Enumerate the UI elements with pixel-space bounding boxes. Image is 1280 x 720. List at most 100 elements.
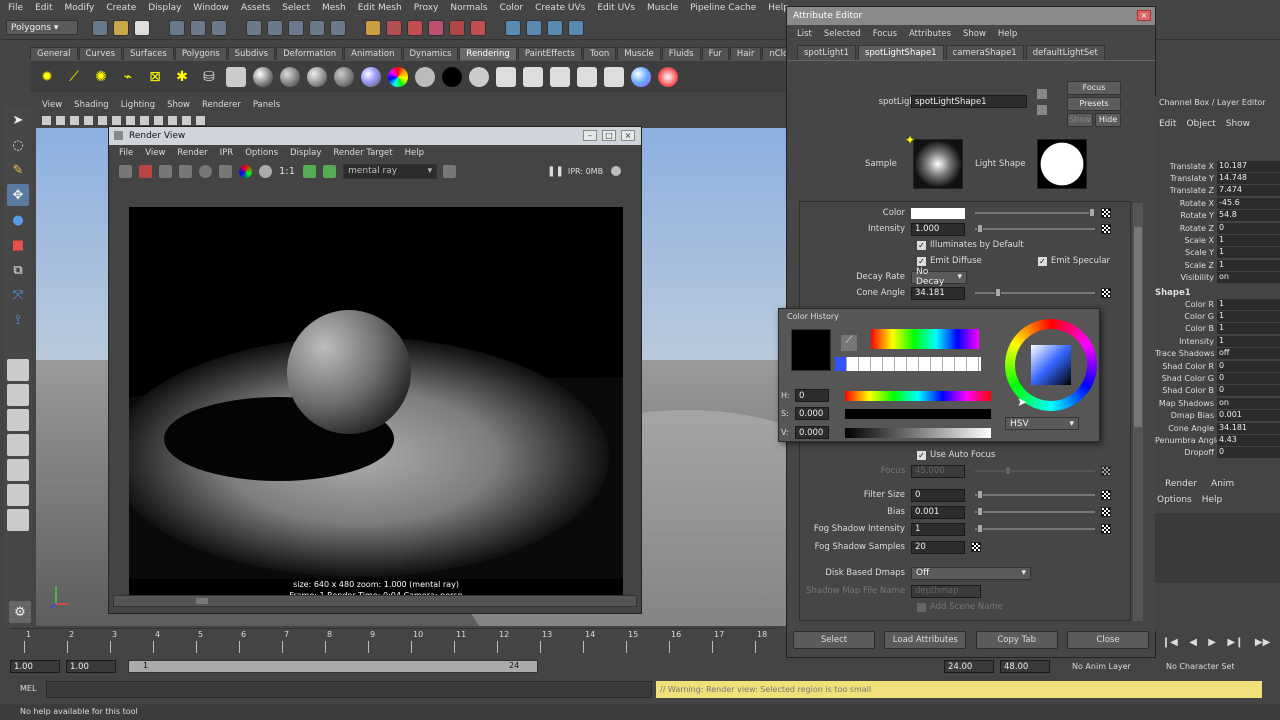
node-name-field[interactable]: spotLightShape1	[911, 95, 1027, 108]
layer-menu-help[interactable]: Help	[1202, 495, 1223, 505]
channel-row[interactable]: Scale X1	[1155, 234, 1280, 247]
focus-field[interactable]: 45.000	[911, 464, 965, 478]
channel-row[interactable]: Scale Y1	[1155, 247, 1280, 259]
filter-slider[interactable]	[975, 490, 1095, 499]
layered-shader-icon[interactable]	[414, 66, 436, 88]
eyedropper-icon[interactable]: ⟋	[841, 335, 857, 351]
paint-select-icon[interactable]: ✎	[7, 159, 29, 181]
color-slider[interactable]	[975, 208, 1095, 217]
remove-image-icon[interactable]	[323, 164, 337, 178]
layer-menu-options[interactable]: Options	[1157, 495, 1192, 505]
volume-light-icon[interactable]: ✱	[171, 66, 193, 88]
channel-row[interactable]: Penumbra Angle 4.43	[1155, 434, 1280, 446]
menu-assets[interactable]: Assets	[241, 3, 270, 13]
fog-intensity-slider[interactable]	[975, 524, 1095, 533]
menu-create-uvs[interactable]: Create UVs	[535, 3, 585, 13]
color-mode-dropdown[interactable]: HSV ▾	[1005, 417, 1079, 430]
channel-row[interactable]: Shad Color B0	[1155, 385, 1280, 397]
mental-ray-icon[interactable]	[630, 66, 652, 88]
rv-menu-ipr[interactable]: IPR	[220, 148, 234, 158]
ae-load-attributes-button[interactable]: Load Attributes	[884, 631, 967, 649]
phonge-icon[interactable]	[333, 66, 355, 88]
rv-menu-display[interactable]: Display	[290, 148, 321, 158]
shelf-tab-fur[interactable]: Fur	[701, 47, 729, 60]
channel-value[interactable]: 34.181	[1217, 422, 1280, 434]
play-back-icon[interactable]: ◀	[1189, 637, 1197, 648]
cb-menu-show[interactable]: Show	[1226, 119, 1250, 129]
ramp-shader-icon[interactable]	[387, 66, 409, 88]
color-history-slots[interactable]	[835, 357, 981, 371]
rgb-channel-icon[interactable]	[239, 164, 252, 178]
ae-menu-focus[interactable]: Focus	[873, 29, 897, 39]
menu-create[interactable]: Create	[106, 3, 136, 13]
panel-menu-renderer[interactable]: Renderer	[202, 100, 241, 110]
rv-menu-help[interactable]: Help	[405, 148, 424, 158]
ae-tab-spotlightshape1[interactable]: spotLightShape1	[857, 45, 944, 60]
filter-size-field[interactable]: 0	[911, 488, 965, 502]
shelf-tab-painteffects[interactable]: PaintEffects	[517, 47, 582, 60]
render-region-icon[interactable]	[139, 164, 152, 178]
refresh-icon[interactable]	[199, 164, 212, 178]
spot-light-icon[interactable]: ⌁	[117, 66, 139, 88]
hue-slider[interactable]	[845, 391, 991, 401]
step-forward-icon[interactable]: ▶❙	[1227, 637, 1243, 648]
camera-icon[interactable]: ⛁	[198, 66, 220, 88]
directional-light-icon[interactable]: ⟋	[63, 66, 85, 88]
channel-row[interactable]: Visibility on	[1155, 272, 1280, 284]
show-button[interactable]: Show	[1067, 113, 1093, 127]
menuset-dropdown[interactable]: Polygons ▾	[6, 20, 78, 35]
render-settings-icon[interactable]	[407, 19, 423, 36]
point-light-icon[interactable]: ✺	[90, 66, 112, 88]
render-icon[interactable]	[365, 19, 381, 36]
menu-normals[interactable]: Normals	[450, 3, 487, 13]
end-time-field[interactable]: 48.00	[1000, 660, 1050, 673]
shadow-file-field[interactable]: depthmap	[911, 584, 981, 598]
channel-value[interactable]: 1	[1217, 247, 1280, 259]
menu-modify[interactable]: Modify	[65, 3, 95, 13]
menu-display[interactable]: Display	[148, 3, 181, 13]
ae-copy-tab-button[interactable]: Copy Tab	[975, 631, 1058, 649]
attribute-editor-toggle-icon[interactable]	[568, 19, 584, 36]
paint-brush-icon[interactable]	[657, 66, 679, 88]
bias-field[interactable]: 0.001	[911, 505, 965, 519]
ae-tab-defaultlightset[interactable]: defaultLightSet	[1025, 45, 1105, 60]
rotate-tool-icon[interactable]: ●	[7, 209, 29, 231]
select-tool-icon[interactable]: ➤	[7, 109, 29, 131]
batch-render-icon[interactable]	[549, 66, 571, 88]
fog-samples-field[interactable]: 20	[911, 540, 965, 554]
ae-menu-show[interactable]: Show	[963, 29, 986, 39]
ae-select-button[interactable]: Select	[793, 631, 875, 649]
channel-value[interactable]: 0	[1217, 360, 1280, 372]
channel-value[interactable]: on	[1217, 272, 1280, 284]
channel-row[interactable]: Translate Z 7.474	[1155, 185, 1280, 197]
snap-point-icon[interactable]	[288, 19, 304, 36]
shelf-tab-toon[interactable]: Toon	[582, 47, 617, 60]
select-hierarchy-icon[interactable]	[169, 19, 185, 36]
channel-value[interactable]: 1	[1217, 298, 1280, 310]
blinn-icon[interactable]	[252, 66, 274, 88]
channel-value[interactable]: 0.001	[1217, 410, 1280, 422]
soft-mod-icon[interactable]: ⤧	[7, 284, 29, 306]
ae-close-button[interactable]: ×	[1137, 10, 1151, 21]
minimize-button[interactable]: –	[583, 130, 597, 141]
channel-row[interactable]: Map Shadows on	[1155, 397, 1280, 409]
surface-shader-icon[interactable]	[441, 66, 463, 88]
channel-value[interactable]: off	[1217, 348, 1280, 360]
hide-button[interactable]: Hide	[1095, 113, 1121, 127]
ae-tab-spotlight1[interactable]: spotLight1	[797, 45, 856, 60]
ratio-button[interactable]: 1:1	[279, 166, 295, 177]
character-set-label[interactable]: No Character Set	[1166, 662, 1235, 671]
renderer-dropdown[interactable]: mental ray ▾	[343, 163, 438, 179]
s-field[interactable]: 0.000	[795, 407, 829, 420]
color-history-palette[interactable]	[871, 329, 979, 349]
channel-row[interactable]: Color B1	[1155, 323, 1280, 335]
lasso-tool-icon[interactable]: ◌	[7, 134, 29, 156]
snap-grid-icon[interactable]	[246, 19, 262, 36]
time-slider[interactable]: 1 2 3 4 5 6 7 8 9 10 11 12 13 14 15 16 17 18	[10, 628, 775, 654]
snapshot-icon[interactable]	[159, 164, 172, 178]
rv-menu-view[interactable]: View	[145, 148, 165, 158]
step-back-icon[interactable]: ❙◀	[1162, 637, 1178, 648]
intensity-slider[interactable]	[975, 224, 1095, 233]
channel-value[interactable]: 1	[1217, 335, 1280, 347]
channel-value[interactable]: 14.748	[1217, 173, 1280, 185]
